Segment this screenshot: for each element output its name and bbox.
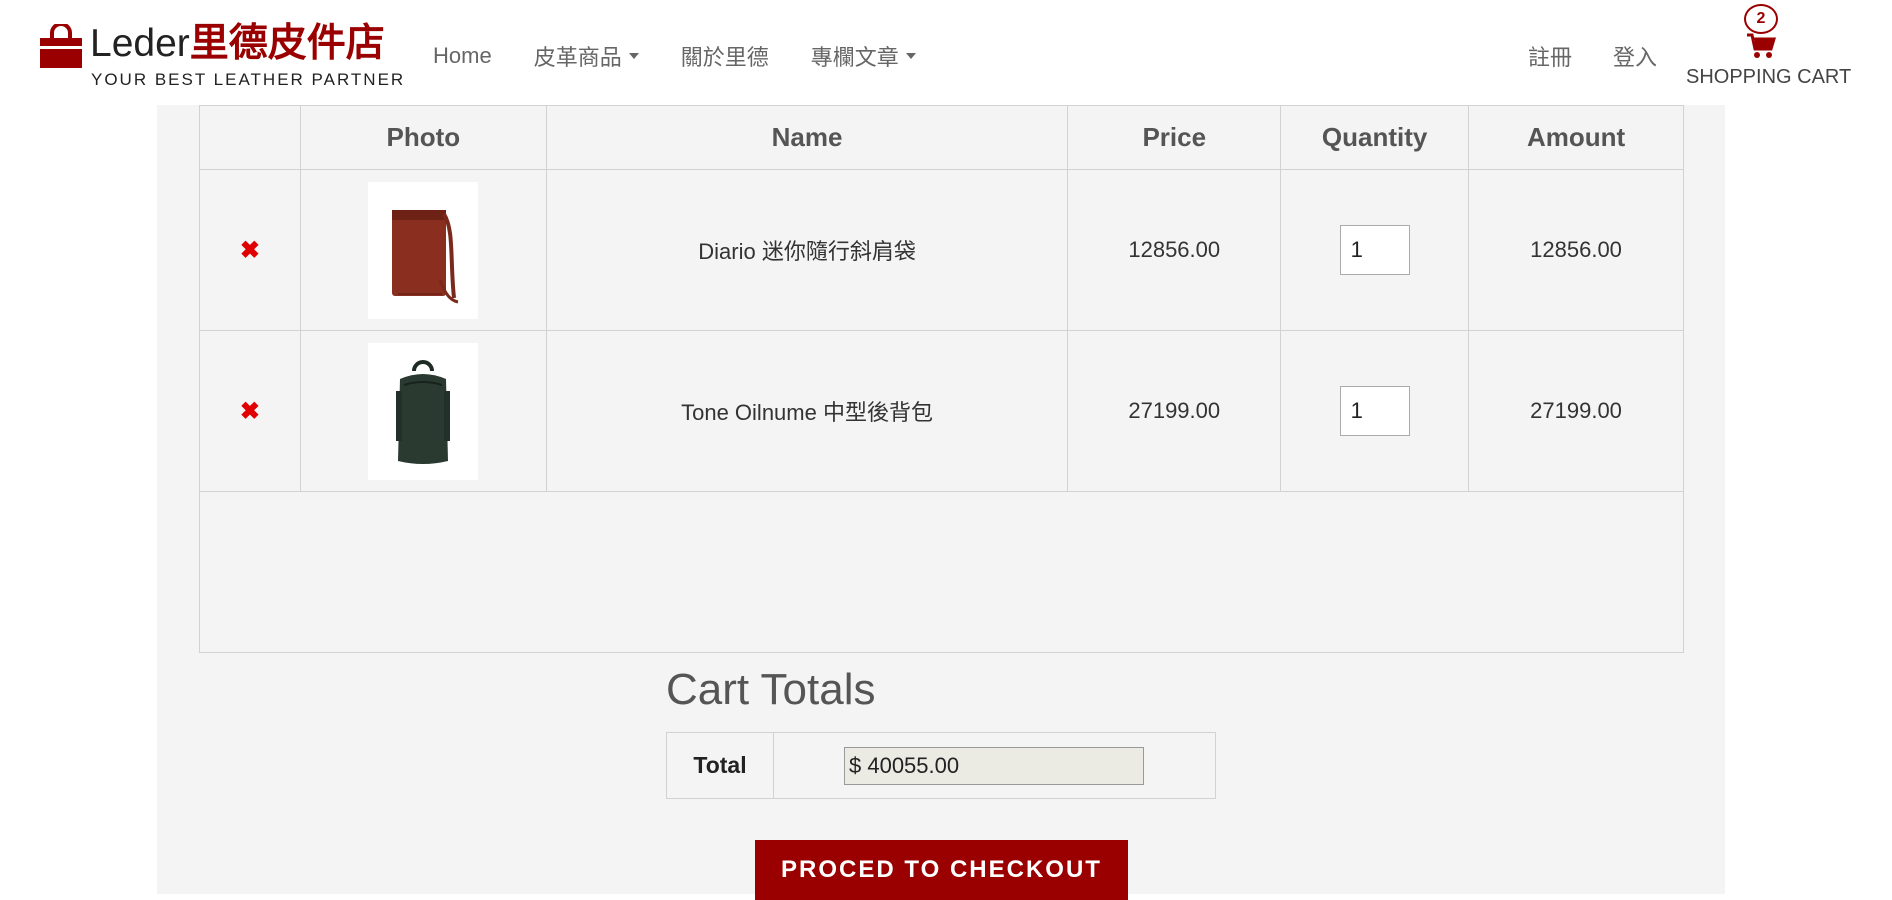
remove-item-icon[interactable]: ✖ xyxy=(240,237,260,264)
nav-item-label: 專欄文章 xyxy=(810,45,899,70)
column-header-remove xyxy=(199,105,301,170)
remove-cell: ✖ xyxy=(199,169,301,331)
total-value-cell xyxy=(773,732,1216,799)
totals-row: Total xyxy=(666,732,1216,799)
total-field xyxy=(844,746,1144,785)
product-name[interactable]: Tone Oilnume 中型後背包 xyxy=(545,330,1069,492)
remove-item-icon[interactable]: ✖ xyxy=(240,398,260,425)
caret-down-icon xyxy=(628,53,639,59)
nav-item-about[interactable]: 關於里德 xyxy=(681,40,769,72)
column-header-quantity: Quantity xyxy=(1280,105,1470,170)
nav-item-home[interactable]: Home xyxy=(433,40,492,72)
cart-panel: Photo Name Price Quantity Amount ✖ Diari… xyxy=(157,105,1725,900)
dark-green-backpack-image xyxy=(396,360,451,464)
cart-totals-table: Total xyxy=(666,732,1216,799)
nav-item-label: 皮革商品 xyxy=(533,45,622,70)
photo-cell xyxy=(299,169,547,331)
column-header-amount: Amount xyxy=(1468,105,1684,170)
cart-table: Photo Name Price Quantity Amount ✖ Diari… xyxy=(199,105,1684,653)
quantity-input[interactable] xyxy=(1339,225,1410,275)
quantity-cell xyxy=(1280,169,1470,331)
photo-cell xyxy=(299,330,547,492)
product-name[interactable]: Diario 迷你隨行斜肩袋 xyxy=(545,169,1069,331)
remove-cell: ✖ xyxy=(199,330,301,492)
nav-item-label: 關於里德 xyxy=(680,45,769,70)
caret-down-icon xyxy=(905,53,916,59)
brand-name-cjk: 里德皮件店 xyxy=(189,21,385,66)
cart-totals-title: Cart Totals xyxy=(666,665,876,714)
nav-item-articles[interactable]: 專欄文章 xyxy=(811,40,916,72)
brand-name-latin: Leder xyxy=(90,22,190,65)
main-nav: Home 皮革商品 關於里德 專欄文章 xyxy=(433,40,958,72)
product-photo[interactable] xyxy=(368,181,479,319)
product-amount: 27199.00 xyxy=(1468,330,1684,492)
shopping-bag-icon xyxy=(40,24,82,68)
checkout-button[interactable]: PROCED TO CHECKOUT xyxy=(755,840,1128,900)
cart-label: SHOPPING CART xyxy=(1686,66,1852,88)
quantity-input[interactable] xyxy=(1339,386,1410,436)
cart-icon xyxy=(1747,33,1776,58)
product-photo[interactable] xyxy=(368,342,479,480)
table-row: ✖ Diario 迷你隨行斜肩袋 12856.00 12856.00 xyxy=(199,169,1684,331)
login-link[interactable]: 登入 xyxy=(1613,40,1657,72)
nav-item-label: Home xyxy=(433,43,492,68)
column-header-photo: Photo xyxy=(299,105,547,170)
cart-count-badge: 2 xyxy=(1744,4,1778,34)
table-row: ✖ Tone Oilnume 中型後背包 27199.00 27199.00 xyxy=(199,330,1684,492)
product-amount: 12856.00 xyxy=(1468,169,1684,331)
product-price: 27199.00 xyxy=(1067,330,1282,492)
product-price: 12856.00 xyxy=(1067,169,1282,331)
empty-cell xyxy=(199,491,1684,653)
column-header-price: Price xyxy=(1067,105,1282,170)
shopping-cart-button[interactable]: 2 SHOPPING CART xyxy=(1686,4,1852,94)
table-empty-row xyxy=(199,491,1684,653)
quantity-cell xyxy=(1280,330,1470,492)
table-header-row: Photo Name Price Quantity Amount xyxy=(199,105,1684,170)
nav-item-leather-products[interactable]: 皮革商品 xyxy=(534,40,639,72)
brand-tagline: YOUR BEST LEATHER PARTNER xyxy=(91,70,406,89)
column-header-name: Name xyxy=(545,105,1069,170)
account-nav: 註冊 登入 xyxy=(1528,40,1698,72)
register-link[interactable]: 註冊 xyxy=(1528,40,1572,72)
brown-crossbody-bag-image xyxy=(392,210,459,304)
site-header: Leder里德皮件店 YOUR BEST LEATHER PARTNER Hom… xyxy=(0,0,1892,105)
brand-name: Leder里德皮件店 xyxy=(90,20,385,68)
total-label: Total xyxy=(666,732,774,799)
